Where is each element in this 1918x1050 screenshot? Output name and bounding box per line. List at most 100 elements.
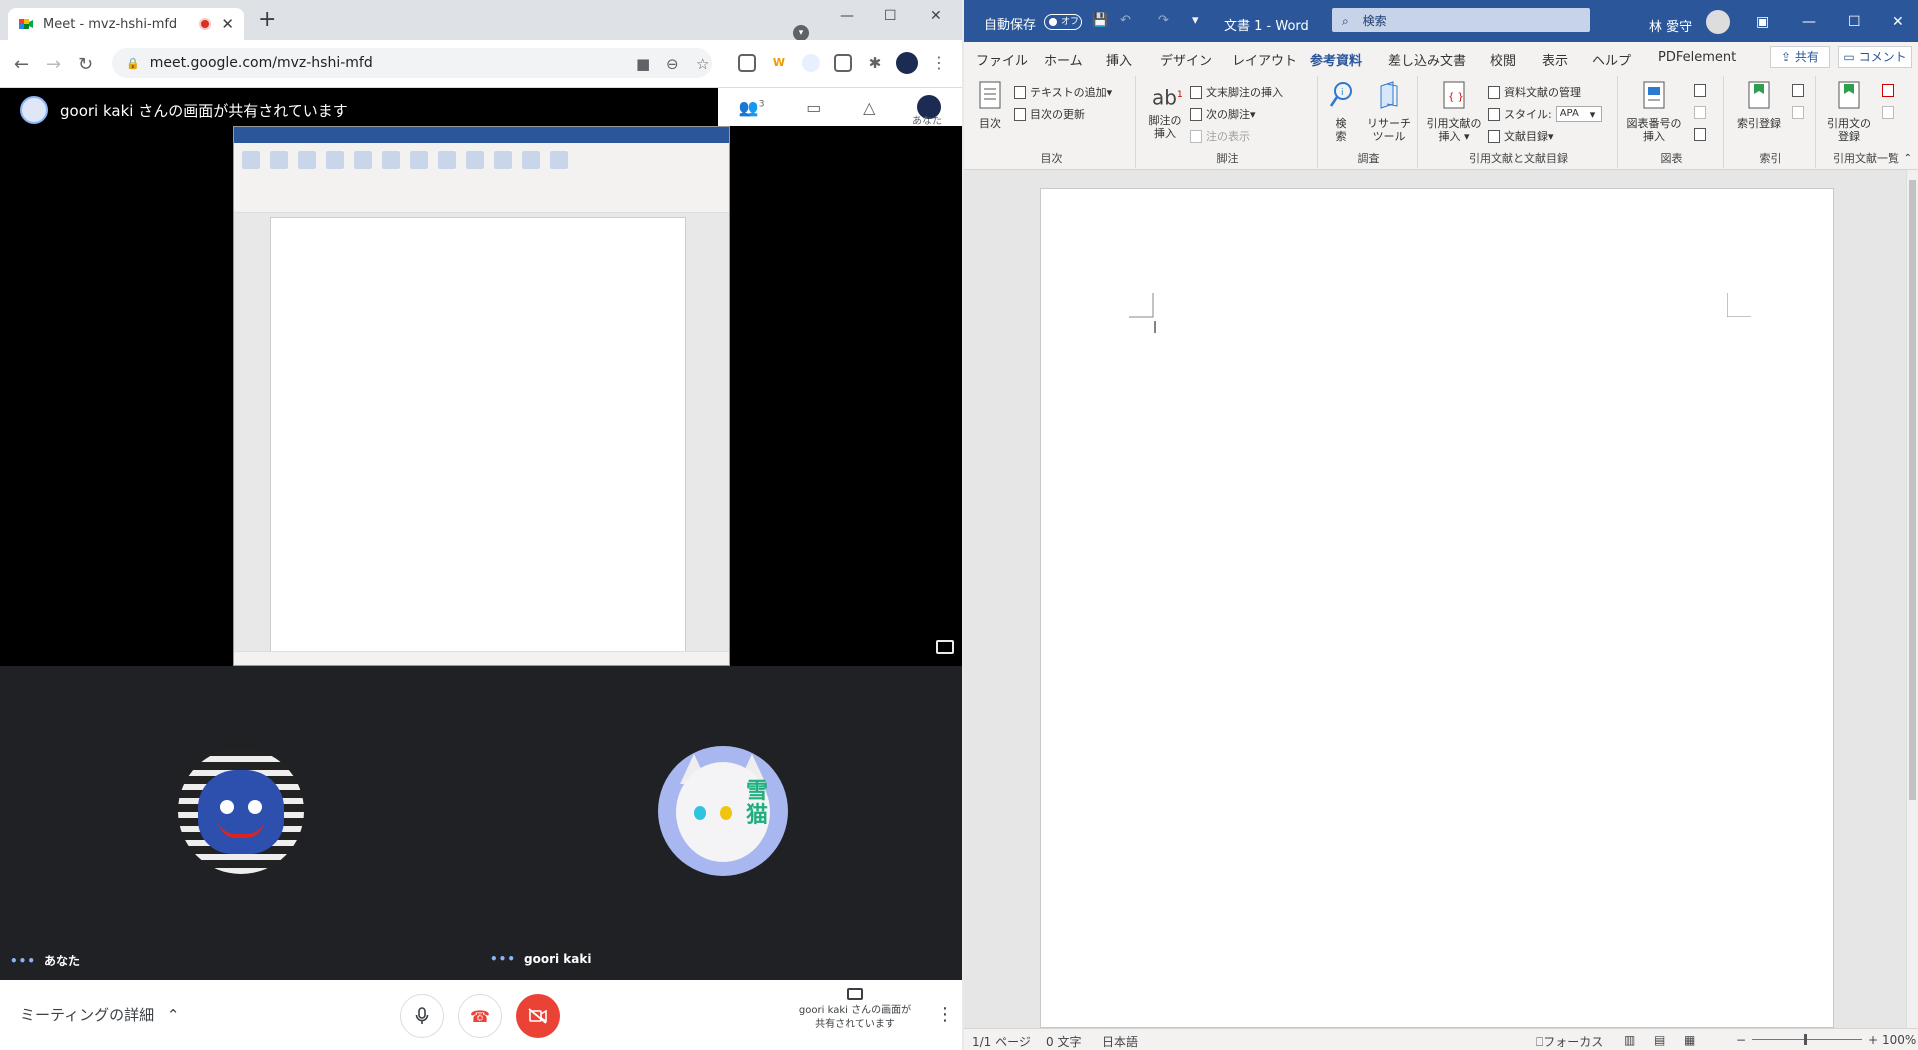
bookmark-star-icon[interactable]: ☆ [696,55,709,73]
update-table-button[interactable] [1694,106,1710,119]
tab-pdfelement[interactable]: PDFelement [1658,50,1736,65]
user-avatar[interactable] [1706,10,1730,34]
more-options-icon[interactable]: ⋮ [936,1004,954,1025]
meeting-details-button[interactable]: ミーティングの詳細 ⌃ [20,1004,179,1025]
update-toc-button[interactable]: 目次の更新 [1014,106,1085,122]
tab-help[interactable]: ヘルプ [1592,50,1631,69]
collapse-ribbon-icon[interactable]: ⌃ [1904,153,1912,164]
vertical-scrollbar[interactable] [1906,170,1918,1028]
comment-button[interactable]: ▭ コメント [1838,46,1912,68]
profile-avatar[interactable] [896,52,918,74]
focus-mode-button[interactable]: ⎕フォーカス [1536,1033,1603,1050]
save-icon[interactable]: 💾 [1092,13,1108,28]
page-count[interactable]: 1/1 ページ [972,1033,1031,1050]
autosave-toggle[interactable]: オフ [1044,14,1082,30]
update-toa-button[interactable] [1882,106,1898,119]
group-label-authorities: 引用文献一覧 [1833,152,1899,165]
researcher-button[interactable]: リサーチ ツール [1364,80,1414,143]
redo-icon[interactable]: ↷ [1158,13,1169,28]
people-icon[interactable]: 👥3 [739,98,765,117]
mark-entry-button[interactable]: 索引登録 [1732,80,1786,130]
ribbon-display-icon[interactable]: ▣ [1756,14,1769,30]
zoom-level[interactable]: 100% [1882,1033,1916,1047]
zoom-out-button[interactable]: − [1736,1033,1746,1047]
print-layout-icon[interactable]: ▤ [1654,1033,1665,1047]
camera-icon[interactable]: ■ [636,55,650,73]
search-button[interactable]: i 検 索 [1324,80,1358,143]
insert-footnote-button[interactable]: ab1 脚注の 挿入 [1144,80,1186,140]
activities-icon[interactable]: △ [863,98,875,117]
back-icon[interactable]: ← [14,54,29,75]
insert-toa-button[interactable] [1882,84,1898,97]
cross-reference-button[interactable] [1694,128,1710,141]
word-close-button[interactable]: ✕ [1892,14,1904,30]
insert-table-of-figures-button[interactable] [1694,84,1710,97]
tab-file[interactable]: ファイル [976,50,1028,69]
insert-citation-button[interactable]: { } 引用文献の 挿入 ▾ [1426,80,1482,143]
show-notes-button[interactable]: 注の表示 [1190,128,1250,144]
extension-chat-icon[interactable] [738,54,756,72]
address-bar[interactable]: 🔒 meet.google.com/mvz-hshi-mfd [112,48,712,78]
tab-view[interactable]: 表示 [1542,50,1568,69]
tab-review[interactable]: 校閲 [1490,50,1516,69]
zoom-slider-knob[interactable] [1804,1034,1807,1045]
extension-face-icon[interactable] [802,54,820,72]
browser-toolbar: ← → ↻ 🔒 meet.google.com/mvz-hshi-mfd ■ ⊖… [0,40,962,88]
tab-meet[interactable]: Meet - mvz-hshi-mfd ✕ [8,8,244,40]
tab-insert[interactable]: 挿入 [1106,50,1132,69]
add-text-button[interactable]: テキストの追加 ▾ [1014,84,1112,100]
extension-image-icon[interactable] [834,54,852,72]
close-tab-icon[interactable]: ✕ [221,15,234,33]
manage-sources-button[interactable]: 資料文献の管理 [1488,84,1581,100]
read-mode-icon[interactable]: ▥ [1624,1033,1635,1047]
next-footnote-button[interactable]: 次の脚注 ▾ [1190,106,1256,122]
zoom-icon[interactable]: ⊖ [666,55,679,73]
customize-qat-icon[interactable]: ▾ [1192,13,1199,28]
toc-button[interactable]: 目次 [974,80,1006,130]
camera-off-button[interactable] [516,994,560,1038]
update-index-button[interactable] [1792,106,1808,119]
tab-layout[interactable]: レイアウト [1232,50,1297,69]
tab-home[interactable]: ホーム [1044,50,1083,69]
tab-mailings[interactable]: 差し込み文書 [1388,50,1466,69]
word-maximize-button[interactable]: ☐ [1848,14,1861,30]
reload-icon[interactable]: ↻ [78,54,93,75]
mic-button[interactable] [400,994,444,1038]
presenting-status[interactable]: goori kaki さんの画面が 共有されています [790,988,920,1032]
insert-endnote-button[interactable]: 文末脚注の挿入 [1190,84,1283,100]
ribbon-tabs: ファイル ホーム 挿入 デザイン レイアウト 参考資料 差し込み文書 校閲 表示… [964,42,1918,75]
chrome-menu-icon[interactable]: ⋮ [930,54,948,72]
scrollbar-thumb[interactable] [1909,180,1916,800]
user-name[interactable]: 林 愛守 [1649,16,1692,35]
hangup-button[interactable]: ☎ [458,994,502,1038]
tab-search-icon[interactable]: ▾ [793,25,809,41]
insert-index-button[interactable] [1792,84,1808,97]
bibliography-button[interactable]: 文献目録 ▾ [1488,128,1554,144]
picture-in-picture-icon[interactable] [936,640,954,654]
citation-style-select[interactable]: スタイル: APA ▾ [1488,106,1602,122]
mark-citation-button[interactable]: 引用文の 登録 [1822,80,1876,143]
word-minimize-button[interactable]: — [1802,14,1816,30]
bibliography-icon [1488,129,1500,143]
shared-status-bar [234,651,729,665]
document-page[interactable] [1040,188,1834,1028]
chat-icon[interactable]: ▭ [806,98,821,117]
share-button[interactable]: ⇪ 共有 [1770,46,1830,68]
language-indicator[interactable]: 日本語 [1102,1033,1138,1050]
word-search-box[interactable]: ⌕ 検索 [1332,8,1590,32]
web-layout-icon[interactable]: ▦ [1684,1033,1695,1047]
word-count[interactable]: 0 文字 [1046,1033,1081,1050]
minimize-button[interactable]: — [840,8,854,24]
researcher-icon [1380,81,1398,109]
zoom-in-button[interactable]: + [1868,1033,1878,1047]
close-window-button[interactable]: ✕ [930,8,942,24]
extensions-puzzle-icon[interactable]: ✱ [866,54,884,72]
tab-design[interactable]: デザイン [1160,50,1212,69]
maximize-button[interactable]: ☐ [884,8,897,24]
forward-icon[interactable]: → [46,54,61,75]
undo-icon[interactable]: ↶ [1120,13,1131,28]
insert-caption-button[interactable]: 図表番号の 挿入 [1622,80,1686,143]
zoom-slider[interactable] [1752,1034,1862,1045]
new-tab-button[interactable]: + [258,9,276,31]
extension-w-icon[interactable]: W [770,54,788,72]
